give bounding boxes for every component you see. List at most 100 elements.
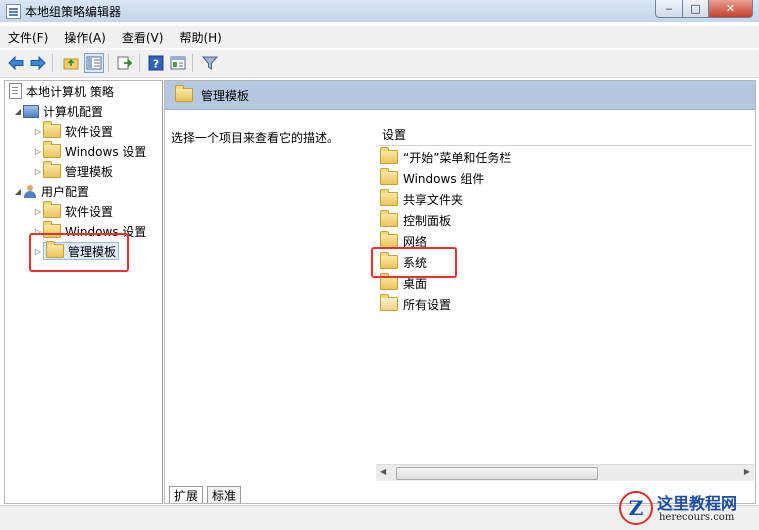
scroll-right-icon[interactable]: ▶ [744, 467, 750, 476]
collapse-arrow-icon[interactable]: ◢ [13, 107, 23, 116]
collapse-arrow-icon[interactable]: ◢ [13, 187, 23, 196]
expand-arrow-icon[interactable]: ▷ [33, 167, 43, 176]
toolbar-separator [139, 54, 140, 72]
watermark-url: herecours.com [659, 512, 735, 523]
list-item[interactable]: 控制面板 [380, 210, 451, 230]
tab-standard[interactable]: 标准 [207, 486, 242, 503]
tree-node-label: 本地计算机 策略 [26, 84, 114, 99]
toolbar-separator [192, 54, 193, 72]
title-bar: 本地组策略编辑器 ‒ □ ✕ [0, 0, 759, 22]
export-list-button[interactable] [115, 53, 135, 73]
list-item-label: 所有设置 [403, 297, 452, 312]
tree-node-label: 用户配置 [41, 184, 90, 199]
close-button[interactable]: ✕ [709, 0, 753, 18]
folder-icon [43, 121, 61, 138]
folder-icon [380, 189, 398, 206]
details-pane: 管理模板 选择一个项目来查看它的描述。 设置 “开始”菜单和任务栏 Window… [164, 80, 756, 504]
window-title: 本地组策略编辑器 [25, 5, 122, 19]
properties-icon [170, 56, 186, 70]
tree-node-root[interactable]: 本地计算机 策略 [9, 81, 114, 101]
column-header-setting[interactable]: 设置 [376, 123, 752, 146]
maximize-icon: □ [690, 2, 701, 15]
help-icon: ? [148, 55, 164, 71]
horizontal-scrollbar[interactable]: ◀ ▶ [376, 464, 754, 481]
tree-node-computer-config[interactable]: ◢ 计算机配置 [13, 101, 103, 121]
show-hide-tree-button[interactable] [84, 53, 104, 73]
menu-action[interactable]: 操作(A) [56, 29, 114, 46]
folder-icon [43, 141, 61, 158]
back-button[interactable] [6, 53, 26, 73]
folder-icon [380, 273, 398, 290]
window-controls: ‒ □ ✕ [655, 0, 753, 18]
show-hide-tree-icon [86, 56, 102, 70]
toolbar: ? [0, 50, 759, 78]
highlight-annotation-box [29, 233, 129, 272]
menu-bar: 文件(F) 操作(A) 查看(V) 帮助(H) [0, 26, 759, 48]
list-item-label: Windows 组件 [403, 171, 485, 186]
menu-help[interactable]: 帮助(H) [171, 29, 229, 46]
tree-node-label: 软件设置 [65, 124, 114, 139]
scroll-left-icon[interactable]: ◀ [380, 467, 386, 476]
details-header-title: 管理模板 [201, 88, 250, 103]
scrollbar-thumb[interactable] [396, 467, 598, 480]
filter-icon [202, 56, 218, 70]
list-item[interactable]: 共享文件夹 [380, 189, 463, 209]
folder-icon [380, 168, 398, 185]
settings-list: 设置 “开始”菜单和任务栏 Windows 组件 共享文件夹 控制面板 网络 系… [371, 117, 754, 503]
tree-node-user-config[interactable]: ◢ 用户配置 [13, 181, 89, 201]
tree-node-computer-windows[interactable]: ▷ Windows 设置 [33, 141, 146, 161]
site-watermark: Z 这里教程网 herecours.com [609, 487, 759, 529]
list-item[interactable]: 所有设置 [380, 294, 451, 314]
tree-node-label: Windows 设置 [65, 144, 147, 159]
tree-node-computer-admin[interactable]: ▷ 管理模板 [33, 161, 113, 181]
forward-arrow-icon [30, 56, 46, 70]
back-arrow-icon [8, 56, 24, 70]
tree-node-user-software[interactable]: ▷ 软件设置 [33, 201, 113, 221]
policy-editor-app-icon [6, 4, 21, 19]
list-item-label: 共享文件夹 [403, 192, 464, 207]
up-folder-icon [63, 58, 79, 70]
description-text: 选择一个项目来查看它的描述。 [171, 131, 340, 145]
list-item-label: “开始”菜单和任务栏 [403, 150, 512, 165]
forward-button[interactable] [28, 53, 48, 73]
list-item-label: 控制面板 [403, 213, 452, 228]
list-item[interactable]: Windows 组件 [380, 168, 484, 188]
menu-view[interactable]: 查看(V) [114, 29, 172, 46]
view-tabs: 扩展 标准 [165, 481, 242, 503]
toolbar-separator [52, 54, 53, 72]
highlight-annotation-box [371, 247, 457, 278]
tree-node-computer-software[interactable]: ▷ 软件设置 [33, 121, 113, 141]
export-list-icon [117, 56, 133, 70]
minimize-button[interactable]: ‒ [655, 0, 683, 18]
toolbar-separator [108, 54, 109, 72]
expand-arrow-icon[interactable]: ▷ [33, 207, 43, 216]
help-button[interactable]: ? [146, 53, 166, 73]
folder-icon [380, 147, 398, 164]
properties-button[interactable] [168, 53, 188, 73]
folder-icon [43, 201, 61, 218]
folder-icon [175, 85, 193, 102]
policy-document-icon [9, 83, 22, 99]
svg-text:?: ? [153, 58, 159, 71]
tree-node-label: 管理模板 [65, 164, 114, 179]
column-header-label: 设置 [382, 127, 407, 142]
minimize-icon: ‒ [665, 2, 673, 15]
tab-extended[interactable]: 扩展 [169, 486, 204, 503]
watermark-logo-icon: Z [619, 491, 653, 525]
user-icon [23, 184, 37, 198]
folder-icon [380, 210, 398, 227]
menu-file[interactable]: 文件(F) [0, 29, 56, 46]
maximize-button[interactable]: □ [683, 0, 709, 18]
tree-node-label: 计算机配置 [43, 104, 104, 119]
expand-arrow-icon[interactable]: ▷ [33, 127, 43, 136]
close-icon: ✕ [725, 2, 736, 15]
filter-button[interactable] [200, 53, 220, 73]
details-header: 管理模板 [165, 81, 755, 110]
folder-icon [43, 161, 61, 178]
tree-pane: 本地计算机 策略 ◢ 计算机配置 ▷ 软件设置 ▷ Windows 设置 ▷ 管… [4, 80, 163, 504]
up-one-level-button[interactable] [61, 53, 81, 73]
list-item[interactable]: “开始”菜单和任务栏 [380, 147, 511, 167]
all-settings-icon [380, 294, 398, 311]
folder-icon [380, 231, 398, 248]
expand-arrow-icon[interactable]: ▷ [33, 147, 43, 156]
